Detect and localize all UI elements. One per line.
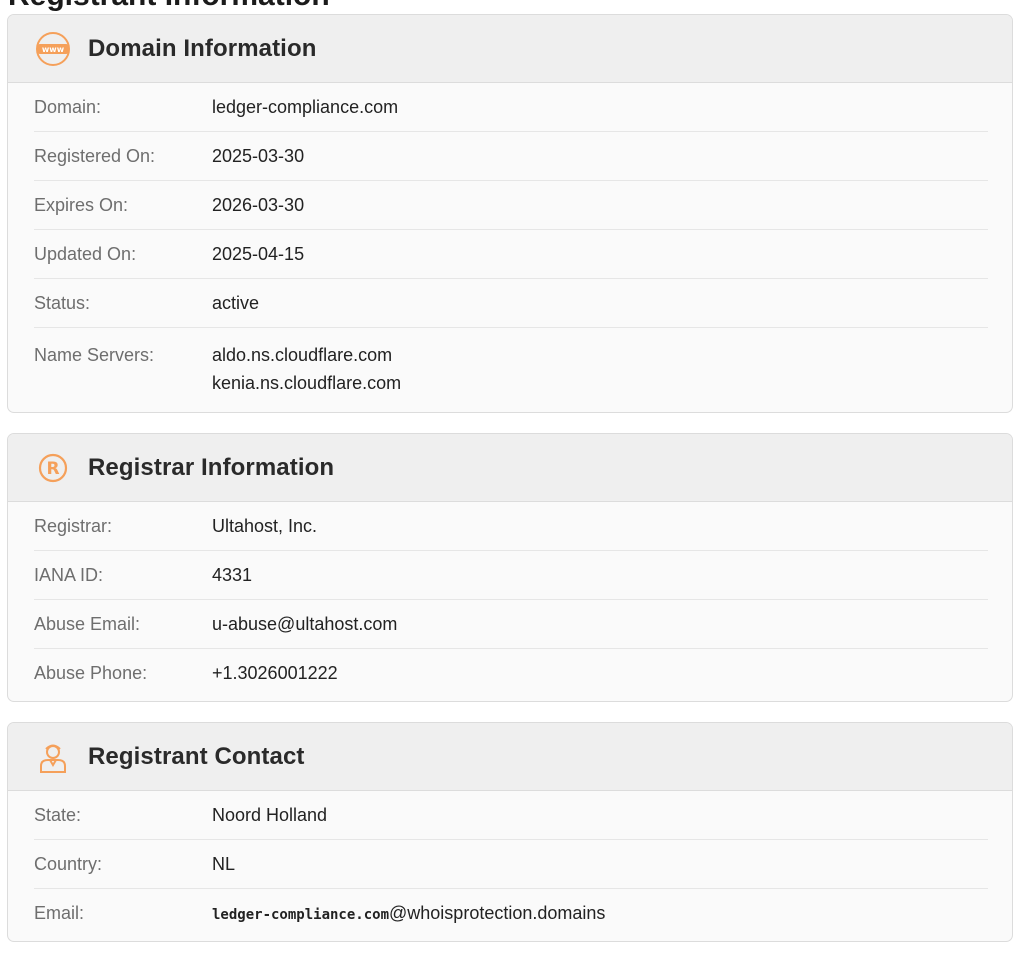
name-server-item: kenia.ns.cloudflare.com <box>212 373 402 393</box>
registrar-information-title: Registrar Information <box>88 453 335 481</box>
www-globe-icon: www <box>35 31 71 67</box>
domain-row: Domain: ledger-compliance.com <box>34 83 988 132</box>
row-label: Registrar: <box>34 515 113 536</box>
row-value: Ultahost, Inc. <box>212 515 318 536</box>
domain-information-title: Domain Information <box>88 34 317 62</box>
row-value: 2026-03-30 <box>212 194 305 215</box>
registrant-contact-title: Registrant Contact <box>88 742 305 770</box>
abuse-phone-row: Abuse Phone: +1.3026001222 <box>34 649 988 698</box>
domain-information-header: www Domain Information <box>8 15 1012 83</box>
page-title: Registrant Information <box>8 0 330 14</box>
row-value: u-abuse@ultahost.com <box>212 613 398 634</box>
email-domain: @whoisprotection.domains <box>389 903 606 923</box>
row-label: Country: <box>34 853 103 874</box>
row-value: NL <box>212 853 236 874</box>
row-label: Email: <box>34 903 85 923</box>
name-servers-list: aldo.ns.cloudflare.com kenia.ns.cloudfla… <box>212 341 401 397</box>
name-servers-row: Name Servers: aldo.ns.cloudflare.com ken… <box>34 328 988 410</box>
row-label: Status: <box>34 292 91 313</box>
row-value: +1.3026001222 <box>212 663 338 683</box>
registrar-row: Registrar: Ultahost, Inc. <box>34 502 988 551</box>
row-label: Abuse Phone: <box>34 663 148 683</box>
row-label: Registered On: <box>34 145 156 166</box>
row-label: IANA ID: <box>34 564 104 585</box>
row-label: Abuse Email: <box>34 613 141 634</box>
abuse-email-row: Abuse Email: u-abuse@ultahost.com <box>34 600 988 649</box>
registrar-information-header: R Registrar Information <box>8 434 1012 502</box>
email-user: ledger-compliance.com <box>212 907 390 923</box>
row-label: Updated On: <box>34 243 137 264</box>
email-row: Email: ledger-compliance.com@whoisprotec… <box>34 889 988 938</box>
row-value: 2025-04-15 <box>212 243 305 264</box>
svg-text:www: www <box>42 45 65 54</box>
state-row: State: Noord Holland <box>34 791 988 840</box>
row-label: Name Servers: <box>34 345 155 365</box>
row-label: Expires On: <box>34 194 129 215</box>
updated-on-row: Updated On: 2025-04-15 <box>34 230 988 279</box>
row-value: Noord Holland <box>212 804 328 825</box>
registered-mark-icon: R <box>35 450 71 486</box>
row-value: 2025-03-30 <box>212 145 305 166</box>
domain-information-card: www Domain Information Domain: ledger-co… <box>7 14 1013 413</box>
svg-text:R: R <box>46 459 59 479</box>
row-value: active <box>212 292 260 313</box>
row-label: Domain: <box>34 96 102 117</box>
registrant-contact-card: Registrant Contact State: Noord Holland … <box>7 722 1013 942</box>
row-value: ledger-compliance.com <box>212 96 399 117</box>
email-value: ledger-compliance.com@whoisprotection.do… <box>212 903 605 924</box>
country-row: Country: NL <box>34 840 988 889</box>
row-label: State: <box>34 804 82 825</box>
registrant-contact-header: Registrant Contact <box>8 723 1012 791</box>
registered-on-row: Registered On: 2025-03-30 <box>34 132 988 181</box>
status-row: Status: active <box>34 279 988 328</box>
iana-id-row: IANA ID: 4331 <box>34 551 988 600</box>
person-icon <box>35 739 71 775</box>
name-server-item: aldo.ns.cloudflare.com <box>212 345 393 365</box>
expires-on-row: Expires On: 2026-03-30 <box>34 181 988 230</box>
registrar-information-card: R Registrar Information Registrar: Ultah… <box>7 433 1013 702</box>
row-value: 4331 <box>212 564 253 585</box>
